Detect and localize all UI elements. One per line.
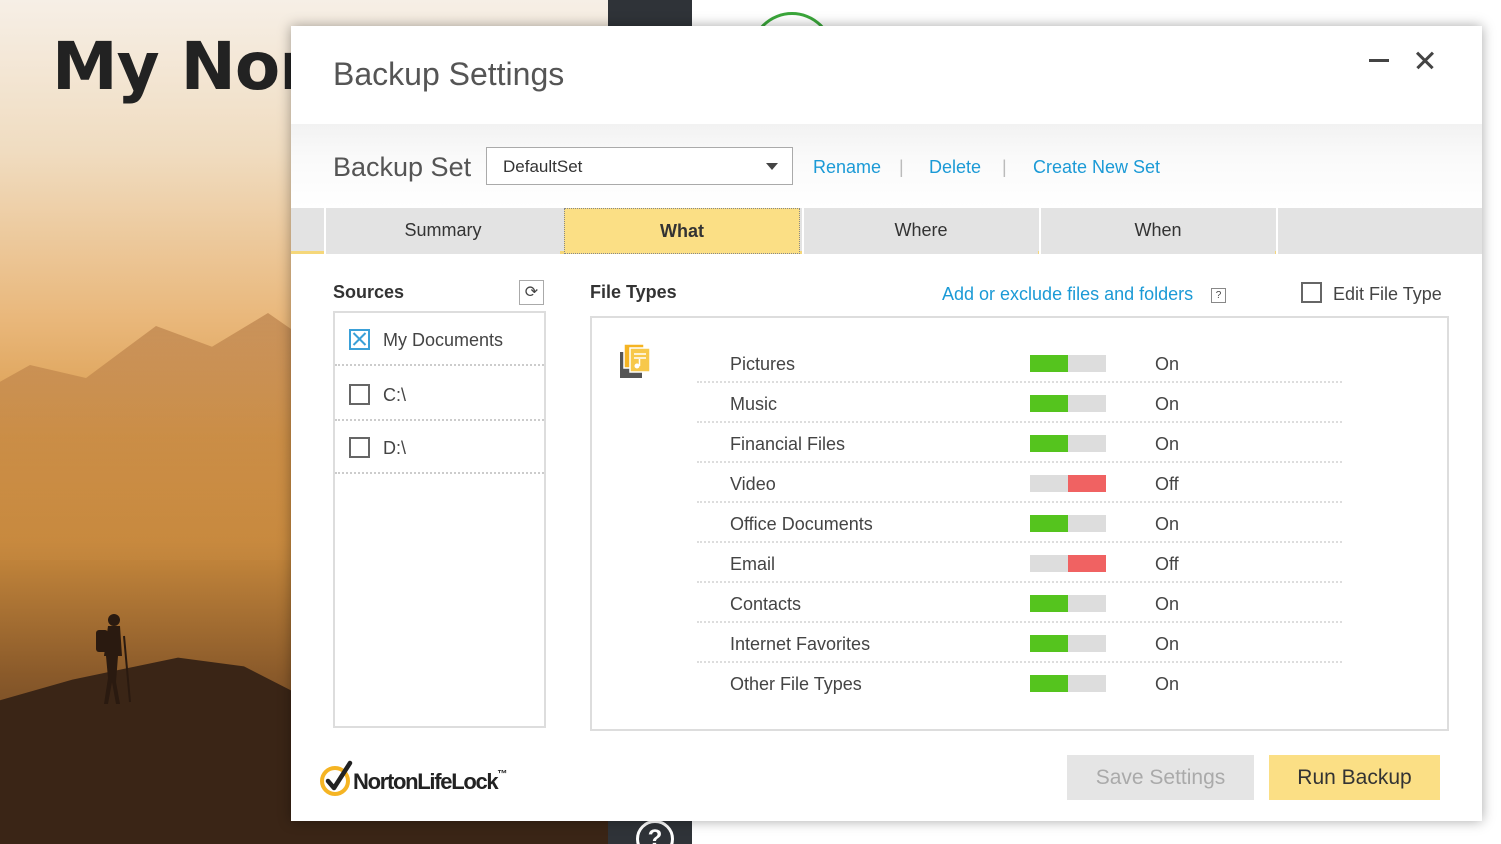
edit-file-type-label: Edit File Type <box>1333 284 1442 304</box>
tab-when[interactable]: When <box>1039 208 1275 254</box>
file-type-toggle[interactable] <box>1030 355 1106 372</box>
chevron-down-icon <box>766 163 778 170</box>
run-backup-button[interactable]: Run Backup <box>1269 755 1440 800</box>
file-type-row-contacts: Contacts On <box>697 583 1342 623</box>
source-checkbox[interactable] <box>349 329 370 350</box>
source-label: C:\ <box>383 385 407 405</box>
link-separator: | <box>899 157 904 177</box>
delete-link[interactable]: Delete <box>929 157 981 178</box>
sources-list: My Documents C:\ D:\ <box>333 311 546 728</box>
file-type-row-favorites: Internet Favorites On <box>697 623 1342 663</box>
norton-check-icon <box>320 760 353 796</box>
create-new-set-link[interactable]: Create New Set <box>1033 157 1160 178</box>
file-type-row-pictures: Pictures On <box>697 343 1342 383</box>
close-icon[interactable] <box>1411 46 1439 74</box>
dialog-title: Backup Settings <box>333 56 565 92</box>
source-checkbox[interactable] <box>349 384 370 405</box>
file-type-state: On <box>1155 674 1180 694</box>
tab-bar: Summary What Where When <box>291 208 1482 254</box>
file-type-name: Video <box>730 474 776 494</box>
file-type-toggle[interactable] <box>1030 555 1106 572</box>
edit-file-type-checkbox[interactable] <box>1301 282 1322 303</box>
file-types-icon <box>620 343 651 378</box>
file-type-state: On <box>1155 514 1180 534</box>
file-type-toggle[interactable] <box>1030 435 1106 452</box>
logo-text: NortonLifeLock™ <box>353 769 507 794</box>
file-type-row-email: Email Off <box>697 543 1342 583</box>
norton-logo: NortonLifeLock™ <box>319 759 519 799</box>
file-type-toggle[interactable] <box>1030 595 1106 612</box>
file-type-toggle[interactable] <box>1030 475 1106 492</box>
source-checkbox[interactable] <box>349 437 370 458</box>
rename-link[interactable]: Rename <box>813 157 881 178</box>
backup-set-value: DefaultSet <box>503 157 583 176</box>
backup-set-dropdown[interactable]: DefaultSet <box>486 147 793 185</box>
link-separator: | <box>1002 157 1007 177</box>
app-title: My Nor <box>52 28 312 105</box>
tab-spacer <box>1276 208 1482 254</box>
file-type-name: Pictures <box>730 354 796 374</box>
hiker-silhouette <box>96 614 131 704</box>
help-icon[interactable]: ? <box>1211 288 1226 303</box>
minimize-icon[interactable] <box>1369 59 1389 62</box>
file-type-state: Off <box>1155 474 1179 494</box>
file-type-row-video: Video Off <box>697 463 1342 503</box>
file-type-name: Office Documents <box>730 514 873 534</box>
file-type-state: On <box>1155 394 1180 414</box>
save-settings-button[interactable]: Save Settings <box>1067 755 1254 800</box>
add-exclude-link[interactable]: Add or exclude files and folders <box>942 284 1193 305</box>
backup-set-bar: Backup Set DefaultSet Rename | Delete | … <box>291 124 1482 208</box>
file-types-list: Pictures On Music On Financial Files On … <box>590 316 1449 731</box>
file-type-state: Off <box>1155 554 1179 574</box>
file-type-name: Email <box>730 554 776 574</box>
refresh-icon[interactable]: ⟳ <box>519 280 544 305</box>
backup-settings-dialog: Backup Settings Backup Set DefaultSet Re… <box>291 26 1482 821</box>
file-type-name: Other File Types <box>730 674 862 694</box>
sources-heading: Sources <box>333 282 405 302</box>
file-type-row-financial: Financial Files On <box>697 423 1342 463</box>
source-label: My Documents <box>383 330 504 350</box>
file-type-name: Contacts <box>730 594 802 614</box>
tab-where[interactable]: Where <box>802 208 1038 254</box>
source-item-c-drive[interactable]: C:\ <box>335 368 544 421</box>
tab-what[interactable]: What <box>564 208 800 254</box>
file-type-toggle[interactable] <box>1030 635 1106 652</box>
backup-set-label: Backup Set <box>333 152 472 182</box>
file-type-toggle[interactable] <box>1030 395 1106 412</box>
file-type-toggle[interactable] <box>1030 675 1106 692</box>
source-item-d-drive[interactable]: D:\ <box>335 421 544 474</box>
file-type-name: Financial Files <box>730 434 846 454</box>
tab-summary[interactable]: Summary <box>324 208 560 254</box>
source-item-my-documents[interactable]: My Documents <box>335 313 544 366</box>
file-type-row-office: Office Documents On <box>697 503 1342 543</box>
file-types-heading: File Types <box>590 282 677 302</box>
file-type-row-other: Other File Types On <box>697 663 1342 703</box>
file-type-state: On <box>1155 354 1180 374</box>
file-type-name: Internet Favorites <box>730 634 871 654</box>
file-type-state: On <box>1155 634 1180 654</box>
file-type-toggle[interactable] <box>1030 515 1106 532</box>
file-type-name: Music <box>730 394 778 414</box>
file-type-row-music: Music On <box>697 383 1342 423</box>
file-type-state: On <box>1155 594 1180 614</box>
source-label: D:\ <box>383 438 407 458</box>
file-type-state: On <box>1155 434 1180 454</box>
